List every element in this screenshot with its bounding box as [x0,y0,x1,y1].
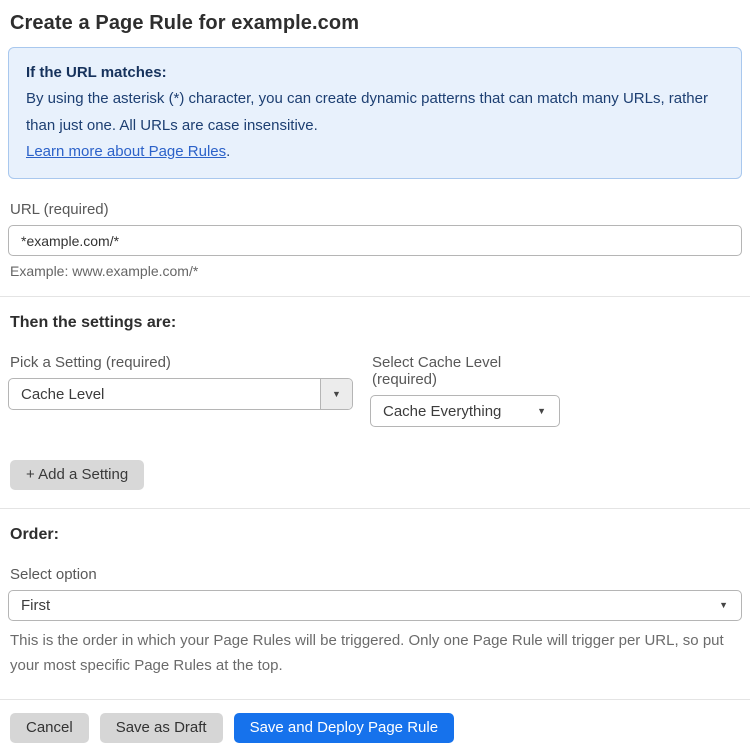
settings-heading: Then the settings are: [10,314,177,331]
setting-select-value: Cache Level [21,385,105,403]
url-input[interactable] [8,225,742,256]
cancel-button[interactable]: Cancel [10,712,89,743]
cache-level-select[interactable]: Cache Everything ▼ [370,395,560,427]
url-field-label: URL (required) [10,201,109,218]
add-setting-button[interactable]: + Add a Setting [10,460,145,490]
divider [0,698,750,700]
setting-select-arrow-button[interactable]: ▼ [320,379,352,409]
settings-row: Pick a Setting (required) Cache Level ▼ … [8,332,742,427]
chevron-down-icon: ▼ [719,600,728,610]
learn-more-link[interactable]: Learn more about Page Rules [26,143,226,160]
url-match-info-box: If the URL matches: By using the asteris… [8,47,742,179]
cache-level-column: Select Cache Level (required) Cache Ever… [370,332,565,427]
info-box-body: By using the asterisk (*) character, you… [26,90,708,134]
order-select[interactable]: First ▼ [8,590,742,621]
cache-level-select-label: Select Cache Level (required) [372,354,502,388]
info-box-link-line: Learn more about Page Rules. [26,139,724,165]
order-help-text: This is the order in which your Page Rul… [10,632,724,674]
order-select-label: Select option [10,566,97,583]
save-draft-button[interactable]: Save as Draft [99,712,223,743]
order-heading: Order: [10,526,59,543]
form-actions: Cancel Save as Draft Save and Deploy Pag… [10,712,750,743]
setting-select-label: Pick a Setting (required) [10,354,171,371]
url-field-hint: Example: www.example.com/* [10,263,199,279]
link-suffix: . [226,142,231,160]
cache-level-select-value: Cache Everything [383,402,502,420]
divider [0,296,750,297]
chevron-down-icon: ▼ [332,388,341,399]
setting-select[interactable]: Cache Level ▼ [8,378,353,410]
divider [0,508,750,509]
page-rule-form: Create a Page Rule for example.com If th… [0,12,750,743]
chevron-down-icon: ▼ [537,405,546,416]
save-deploy-button[interactable]: Save and Deploy Page Rule [233,712,455,743]
order-select-value: First [21,597,51,614]
info-box-heading: If the URL matches: [26,64,167,81]
setting-picker-column: Pick a Setting (required) Cache Level ▼ [8,332,370,427]
page-title: Create a Page Rule for example.com [10,12,360,34]
